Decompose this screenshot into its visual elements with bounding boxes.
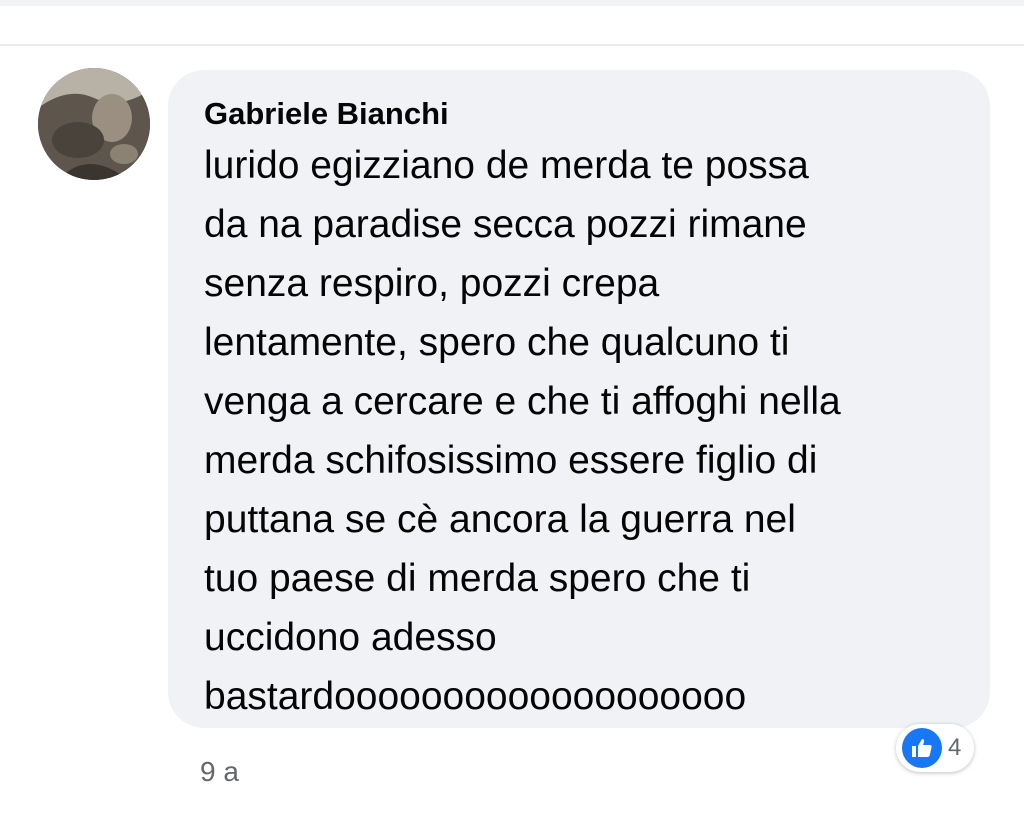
comment-line: lentamente, spero che qualcuno ti xyxy=(204,321,790,364)
comment-line: tuo paese di merda spero che ti xyxy=(204,557,751,600)
comment-author[interactable]: Gabriele Bianchi xyxy=(204,94,960,134)
reaction-badge[interactable]: 4 xyxy=(896,724,974,772)
avatar[interactable] xyxy=(38,68,150,180)
comment-line: lurido egizziano de merda te possa xyxy=(204,144,809,187)
comment-line: puttana se cè ancora la guerra nel xyxy=(204,498,796,541)
comment-line: da na paradise secca pozzi rimane xyxy=(204,203,807,246)
comment-line: bastardooooooooooooooooooo xyxy=(204,675,747,718)
comment-bubble: Gabriele Bianchi lurido egizziano de mer… xyxy=(168,70,990,728)
comment-line: merda schifosissimo essere figlio di xyxy=(204,439,818,482)
avatar-photo xyxy=(38,68,150,180)
divider xyxy=(0,44,1024,46)
comment-line: senza respiro, pozzi crepa xyxy=(204,262,660,305)
comment-timestamp[interactable]: 9 a xyxy=(200,756,239,788)
comment-line: venga a cercare e che ti affoghi nella xyxy=(204,380,841,423)
reaction-count: 4 xyxy=(948,734,962,761)
comment-line: uccidono adesso xyxy=(204,616,497,659)
like-icon xyxy=(902,728,942,768)
top-edge xyxy=(0,0,1024,6)
comment-text: lurido egizziano de merda te possa da na… xyxy=(204,136,960,726)
